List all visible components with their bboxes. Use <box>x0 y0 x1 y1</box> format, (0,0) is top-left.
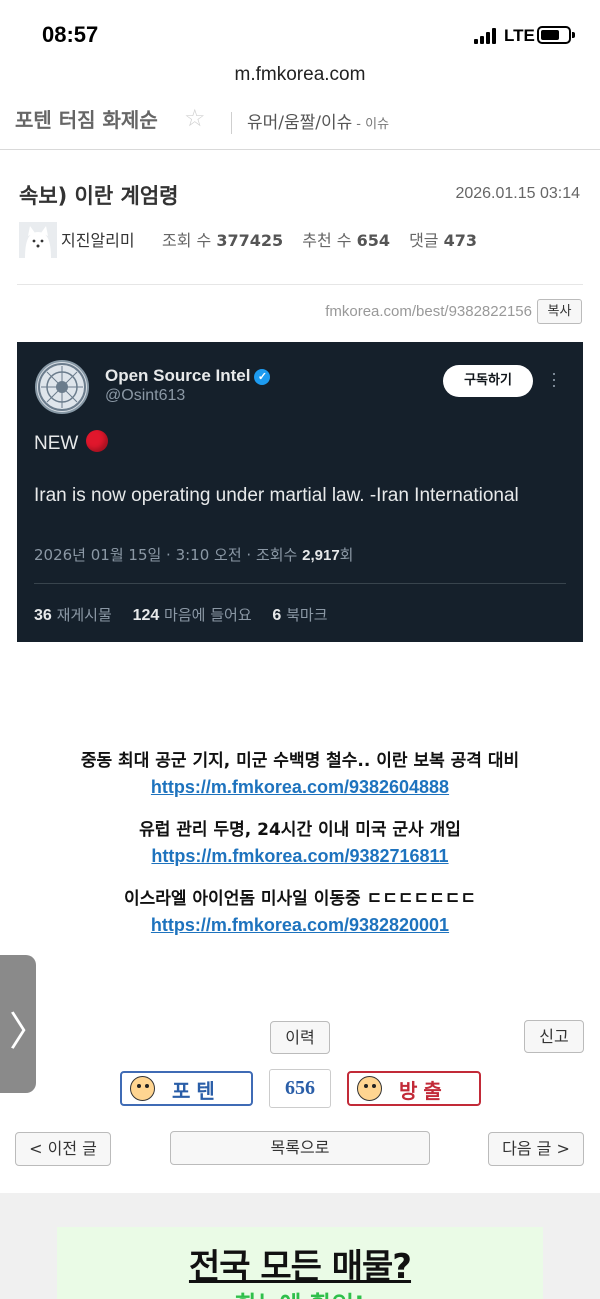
post-stats: 조회 수 377425 추천 수 654 댓글 473 <box>162 227 491 251</box>
tweet-engagement: 36 재게시물 124 마음에 들어요 6 북마크 <box>34 604 328 625</box>
bookmark-count[interactable]: 6 <box>272 607 281 624</box>
thumbs-down-face-icon <box>357 1076 382 1101</box>
like-label: 마음에 들어요 <box>164 606 252 624</box>
subcategory-label: - 이슈 <box>356 117 390 132</box>
verified-badge-icon: ✓ <box>254 369 271 385</box>
recommend-count: 654 <box>356 231 390 250</box>
board-category[interactable]: 유머/움짤/이슈 - 이슈 <box>247 108 389 133</box>
recommend-label: 추천 수 <box>302 231 352 250</box>
upvote-label: 포텐 <box>172 1079 221 1103</box>
address-bar[interactable]: m.fmkorea.com <box>0 64 600 86</box>
tweet-meta: 2026년 01월 15일 · 3:10 오전 · 조회수 2,917회 <box>34 544 353 565</box>
tweet-new-text: NEW <box>34 433 79 454</box>
report-button[interactable]: 신고 <box>524 1020 584 1053</box>
star-icon[interactable]: ☆ <box>184 104 206 132</box>
divider <box>34 583 566 584</box>
comments-count[interactable]: 473 <box>444 231 477 250</box>
red-circle-icon <box>86 430 109 452</box>
link-item: 유럽 관리 두명, 24시간 이내 미국 군사 개입 https://m.fmk… <box>0 817 600 869</box>
network-type: LTE <box>504 26 535 45</box>
like-count[interactable]: 124 <box>133 607 160 624</box>
tweet-views: 2,917 <box>302 547 340 564</box>
board-title[interactable]: 포텐 터짐 화제순 <box>15 104 158 133</box>
downvote-label: 방출 <box>399 1079 448 1103</box>
link-headline: 이스라엘 아이언돔 미사일 이동중 ㄷㄷㄷㄷㄷㄷㄷ <box>123 889 477 909</box>
next-post-button[interactable]: 다음 글 > <box>488 1132 584 1166</box>
tweet-handle[interactable]: @Osint613 <box>105 387 185 405</box>
views-label: 조회 수 <box>162 231 212 250</box>
post-title: 속보) 이란 계엄령 <box>19 184 179 208</box>
battery-icon <box>537 26 575 44</box>
bookmark-label: 북마크 <box>286 606 328 624</box>
related-links: 중동 최대 공군 기지, 미군 수백명 철수.. 이란 보복 공격 대비 htt… <box>0 748 600 955</box>
thumbs-up-face-icon <box>130 1076 155 1101</box>
retweet-count[interactable]: 36 <box>34 607 52 624</box>
tweet-views-suffix: 회 <box>339 546 354 564</box>
comments-label: 댓글 <box>409 231 439 250</box>
ad-subtitle: 한눈에 확인! <box>57 1285 543 1299</box>
link-item: 이스라엘 아이언돔 미사일 이동중 ㄷㄷㄷㄷㄷㄷㄷ https://m.fmko… <box>0 886 600 938</box>
chevron-right-icon: 〉 <box>9 1009 49 1055</box>
tweet-author-label: Open Source Intel <box>105 366 251 385</box>
subscribe-button[interactable]: 구독하기 <box>443 365 533 397</box>
post-date: 2026.01.15 03:14 <box>455 185 580 202</box>
signal-icon <box>474 28 498 44</box>
link-url[interactable]: https://m.fmkorea.com/9382716811 <box>0 843 600 869</box>
link-url[interactable]: https://m.fmkorea.com/9382820001 <box>0 912 600 938</box>
downvote-button[interactable]: 방출 <box>347 1071 481 1106</box>
tweet-new-line: NEW <box>34 430 109 455</box>
link-headline: 중동 최대 공군 기지, 미군 수백명 철수.. 이란 보복 공격 대비 <box>80 751 520 771</box>
divider <box>17 284 583 285</box>
divider <box>231 112 232 134</box>
more-vertical-icon[interactable]: · · · <box>547 364 561 394</box>
views-count: 377425 <box>216 231 284 250</box>
ad-area: 전국 모든 매물? 한눈에 확인! <box>0 1193 600 1299</box>
author-name[interactable]: 지진알리미 <box>61 227 135 251</box>
list-button[interactable]: 목록으로 <box>170 1131 430 1165</box>
category-label: 유머/움짤/이슈 <box>247 113 353 133</box>
side-drawer-handle[interactable]: 〉 <box>0 955 49 1093</box>
history-button[interactable]: 이력 <box>270 1021 330 1054</box>
tweet-avatar[interactable] <box>35 360 89 414</box>
link-item: 중동 최대 공군 기지, 미군 수백명 철수.. 이란 보복 공격 대비 htt… <box>0 748 600 800</box>
status-time: 08:57 <box>42 22 99 47</box>
upvote-button[interactable]: 포텐 <box>120 1071 253 1106</box>
tweet-body: Iran is now operating under martial law.… <box>34 485 519 506</box>
permalink[interactable]: fmkorea.com/best/9382822156 <box>325 303 532 320</box>
copy-link-button[interactable]: 복사 <box>537 299 582 324</box>
ad-title: 전국 모든 매물? <box>188 1247 412 1287</box>
avatar[interactable] <box>19 222 57 258</box>
link-headline: 유럽 관리 두명, 24시간 이내 미국 군사 개입 <box>139 820 461 840</box>
link-url[interactable]: https://m.fmkorea.com/9382604888 <box>0 774 600 800</box>
ad-banner[interactable]: 전국 모든 매물? 한눈에 확인! <box>57 1227 543 1299</box>
board-header: 포텐 터짐 화제순 ☆ 유머/움짤/이슈 - 이슈 <box>0 96 600 150</box>
prev-post-button[interactable]: < 이전 글 <box>15 1132 111 1166</box>
tweet-timestamp: 2026년 01월 15일 · 3:10 오전 · 조회수 <box>34 546 303 564</box>
vote-count: 656 <box>269 1069 331 1108</box>
embedded-tweet[interactable]: Open Source Intel ✓ @Osint613 구독하기 · · · NE… <box>17 342 583 642</box>
tweet-author-name[interactable]: Open Source Intel ✓ <box>105 366 271 386</box>
status-bar: 08:57 LTE <box>0 0 600 62</box>
retweet-label: 재게시물 <box>56 606 112 624</box>
